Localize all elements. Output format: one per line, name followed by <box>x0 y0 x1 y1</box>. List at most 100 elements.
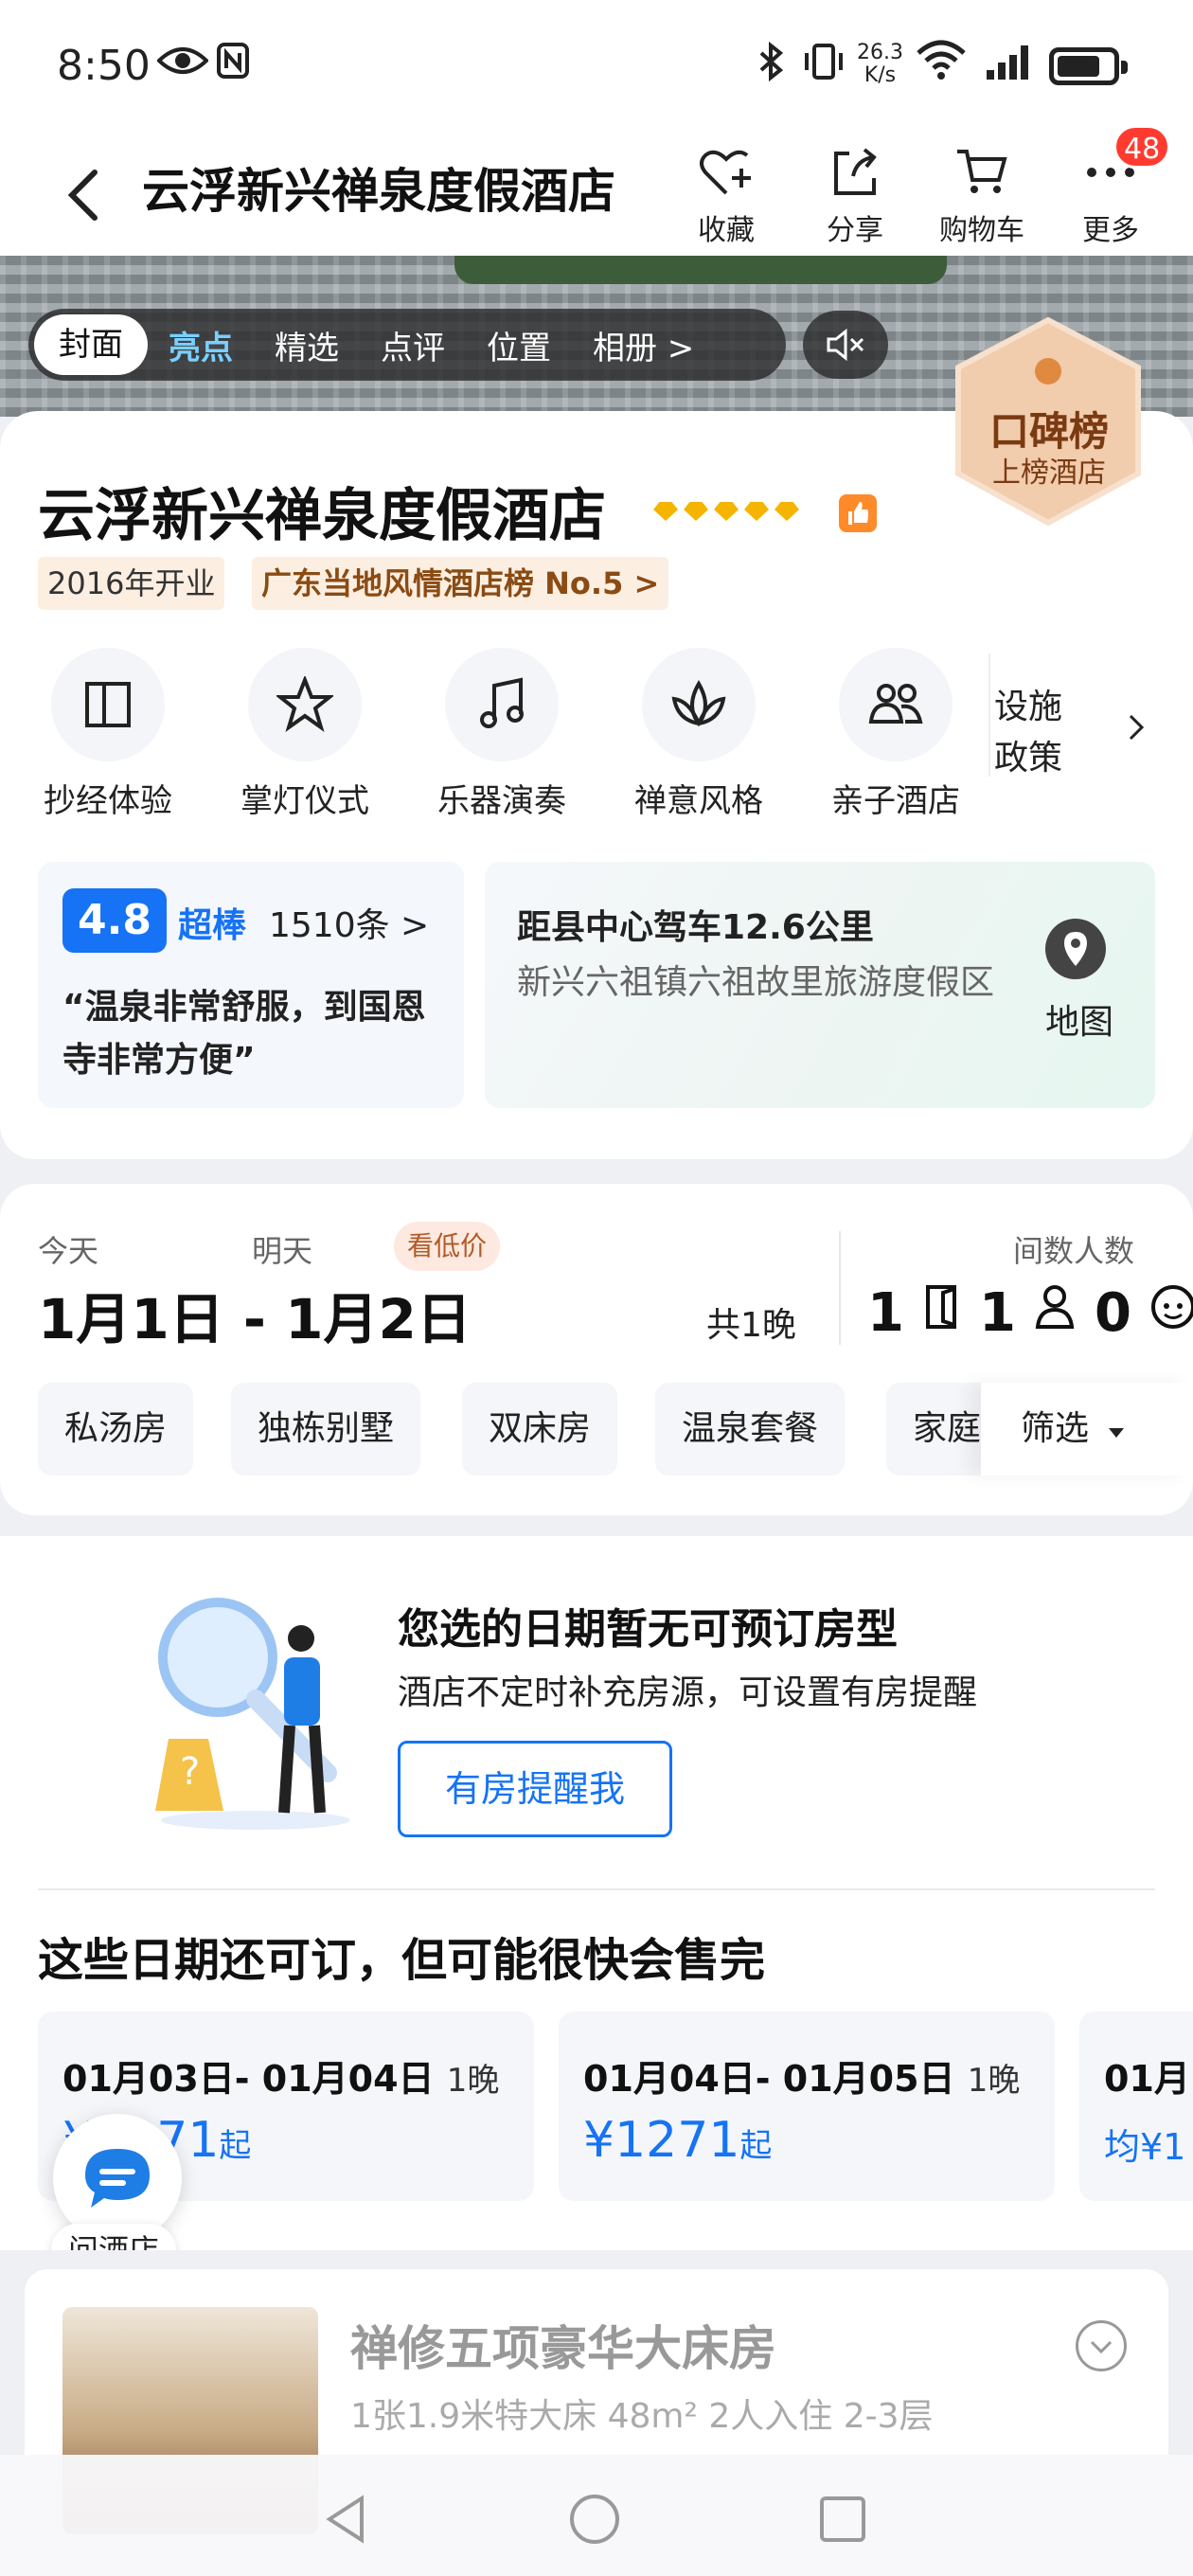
feature-sutra-copying[interactable]: 抄经体验 <box>32 648 184 821</box>
alt-price-suffix: 起 <box>219 2127 252 2165</box>
feature-music-performance[interactable]: 乐器演奏 <box>426 648 578 821</box>
facilities-policy-link[interactable]: 设施 政策 <box>994 682 1146 784</box>
notification-badge: 48 <box>1113 125 1171 169</box>
thumbs-up-icon <box>839 494 877 532</box>
alternate-date-card[interactable]: 01月 均¥1 <box>1079 2012 1193 2201</box>
mute-button[interactable] <box>803 311 888 379</box>
media-tab-bar: 封面 亮点 精选 点评 位置 相册 > <box>28 309 786 381</box>
top-navigation-bar: 云浮新兴禅泉度假酒店 收藏 分享 购物车 更多 48 <box>0 125 1193 256</box>
ranking-link[interactable]: 广东当地风情酒店榜 No.5 > <box>252 557 669 610</box>
music-note-icon <box>445 648 559 761</box>
clock: 8:50 <box>57 42 151 90</box>
feature-zen-style[interactable]: 禅意风格 <box>623 648 775 821</box>
empty-state-subtitle: 酒店不定时补充房源，可设置有房提醒 <box>398 1673 978 1712</box>
tab-highlights[interactable]: 亮点 <box>148 322 254 368</box>
notify-me-button[interactable]: 有房提醒我 <box>398 1741 672 1837</box>
map-pin-icon[interactable] <box>1045 919 1106 979</box>
checkout-day-label: 明天 <box>252 1233 313 1269</box>
battery-icon <box>1049 47 1128 85</box>
guest-selector[interactable]: 1 1 0 <box>867 1282 1193 1344</box>
checkin-day-label: 今天 <box>38 1233 99 1269</box>
nfc-icon <box>216 42 250 89</box>
alt-date-range: 01月04日- 01月05日 <box>583 2058 955 2100</box>
policy-label: 设施 政策 <box>994 688 1063 778</box>
review-summary-card[interactable]: 4.8 超棒 1510条 > “温泉非常舒服，到国恩寺非常方便” <box>38 862 464 1108</box>
room-specs: 1张1.9米特大床 48m² 2人入住 2-3层 <box>350 2397 934 2436</box>
filter-villa[interactable]: 独栋别墅 <box>231 1383 421 1476</box>
door-icon <box>926 1285 957 1329</box>
feature-family-hotel[interactable]: 亲子酒店 <box>820 648 971 821</box>
favorite-button[interactable]: 收藏 <box>674 142 778 248</box>
favorite-label: 收藏 <box>698 214 755 247</box>
nav-back-button[interactable] <box>322 2493 369 2549</box>
child-icon <box>1151 1285 1193 1329</box>
room-count: 1 <box>867 1282 904 1344</box>
alternate-date-card[interactable]: 01月04日- 01月05日 1晚 ¥1271起 <box>559 2012 1055 2201</box>
share-label: 分享 <box>827 214 883 247</box>
status-bar: 8:50 26.3 K/s <box>0 0 1193 133</box>
review-score: 4.8 <box>62 888 167 953</box>
divider <box>839 1231 841 1345</box>
feature-label: 抄经体验 <box>44 782 172 820</box>
triangle-back-icon <box>326 2495 364 2544</box>
nav-home-button[interactable] <box>568 2493 621 2549</box>
chevron-right-icon <box>1129 714 1145 741</box>
back-button[interactable] <box>57 161 114 227</box>
tab-album[interactable]: 相册 > <box>572 322 715 368</box>
star-diamond-icon <box>653 502 678 521</box>
alt-price-suffix: 起 <box>739 2127 773 2165</box>
chevron-down-icon <box>1090 2340 1113 2354</box>
date-range-picker[interactable]: 1月1日 - 1月2日 <box>38 1275 472 1354</box>
square-recents-icon <box>820 2496 865 2542</box>
share-button[interactable]: 分享 <box>803 142 907 248</box>
filter-hot-spring-package[interactable]: 温泉套餐 <box>655 1383 846 1476</box>
filter-label: 筛选 <box>1021 1409 1090 1448</box>
eye-icon <box>156 42 209 89</box>
tab-location[interactable]: 位置 <box>466 322 572 368</box>
wifi-icon <box>915 38 968 91</box>
star-diamond-icon <box>714 502 739 521</box>
cart-button[interactable]: 购物车 <box>930 142 1034 248</box>
tab-featured[interactable]: 精选 <box>254 322 360 368</box>
page-title: 云浮新兴禅泉度假酒店 <box>142 164 615 219</box>
alt-nights: 1晚 <box>967 2062 1021 2100</box>
rank-badge-subtitle: 上榜酒店 <box>992 456 1106 490</box>
opened-year-tag: 2016年开业 <box>38 557 225 610</box>
alt-nights: 1晚 <box>446 2062 500 2100</box>
alt-price: ¥1271 <box>583 2112 740 2169</box>
signal-icon <box>985 42 1036 91</box>
share-icon <box>803 142 907 203</box>
filter-private-spa[interactable]: 私汤房 <box>38 1383 194 1476</box>
chat-bubble-icon <box>85 2149 150 2208</box>
star-diamond-icon <box>775 502 799 521</box>
search-illustration: ? <box>151 1587 369 1834</box>
filter-dropdown[interactable]: 筛选 <box>981 1383 1193 1476</box>
adult-icon <box>1036 1285 1075 1329</box>
feature-label: 乐器演奏 <box>437 782 566 820</box>
alt-date-range: 01月03日- 01月04日 <box>62 2058 435 2100</box>
expand-room-button[interactable] <box>1076 2320 1127 2371</box>
heart-plus-icon <box>674 142 778 203</box>
alt-date-range: 01月 <box>1104 2058 1190 2100</box>
tab-reviews[interactable]: 点评 <box>360 322 466 368</box>
location-address: 新兴六祖镇六祖故里旅游度假区 <box>517 963 995 1002</box>
empty-state-title: 您选的日期暂无可预订房型 <box>398 1605 898 1654</box>
star-rating <box>653 502 799 521</box>
location-card[interactable]: 距县中心驾车12.6公里 新兴六祖镇六祖故里旅游度假区 地图 <box>485 862 1155 1108</box>
star-diamond-icon <box>684 502 708 521</box>
feature-label: 掌灯仪式 <box>240 782 369 820</box>
svg-text:?: ? <box>180 1750 200 1794</box>
circle-home-icon <box>570 2495 619 2544</box>
feature-lantern-ceremony[interactable]: 掌灯仪式 <box>229 648 381 821</box>
reputation-rank-badge[interactable]: 口碑榜 上榜酒店 <box>939 313 1157 530</box>
room-name: 禅修五项豪华大床房 <box>350 2321 776 2376</box>
tab-cover[interactable]: 封面 <box>34 314 148 375</box>
map-label[interactable]: 地图 <box>1045 994 1113 1044</box>
bluetooth-icon <box>757 41 784 91</box>
booking-date-card: 今天 明天 看低价 1月1日 - 1月2日 共1晚 间数人数 1 1 0 私汤房… <box>0 1184 1193 1515</box>
child-count: 0 <box>1094 1282 1131 1344</box>
vibrate-icon <box>801 42 846 91</box>
low-price-button[interactable]: 看低价 <box>394 1222 501 1271</box>
nav-recents-button[interactable] <box>818 2495 867 2548</box>
filter-twin-room[interactable]: 双床房 <box>462 1383 618 1476</box>
